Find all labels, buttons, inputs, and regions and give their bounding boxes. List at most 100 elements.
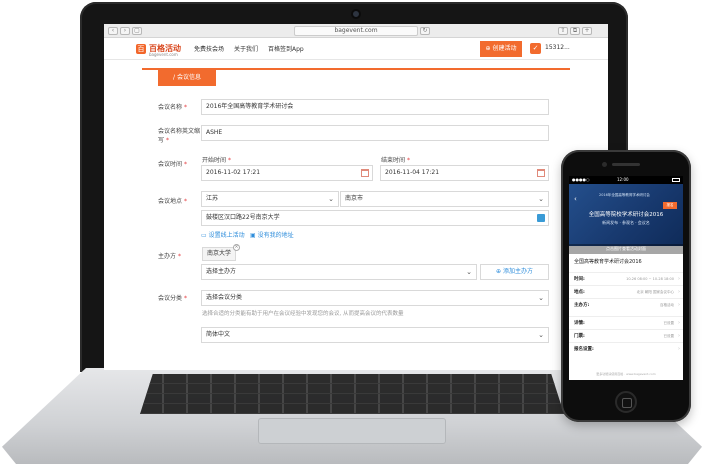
reload-icon[interactable]: ↻ (420, 27, 430, 35)
host-select[interactable]: 选择主办方 ⌄ (201, 264, 477, 280)
info-row-value: 百格活动 (660, 303, 674, 307)
language-select[interactable]: 简体中文 ⌄ (201, 327, 549, 343)
english-name-label-line2: 写 * (158, 136, 200, 145)
end-time-value: 2016-11-04 17:21 (385, 169, 440, 176)
remove-tag-icon[interactable]: × (233, 244, 240, 251)
laptop-camera (351, 9, 361, 19)
end-time-label: 结束时间 * (381, 155, 410, 164)
brand-logo[interactable]: 百 百格活动 bagevent.com (136, 42, 181, 57)
back-arrow-icon[interactable]: ‹ (574, 195, 577, 203)
phone-screen: ●●●●○ 12:00 ‹ 2016年全国高等教育学术研讨会 全国高等院校学术研… (569, 176, 683, 380)
forward-icon[interactable]: › (120, 27, 130, 35)
required-mark: * (184, 104, 188, 111)
tab-meeting-info-label: 会议信息 (176, 74, 201, 81)
start-time-input[interactable]: 2016-11-02 17:21 (201, 165, 373, 181)
signal-icon: ●●●●○ (572, 177, 590, 182)
category-label-text: 会议分类 (158, 295, 183, 302)
chevron-right-icon: › (678, 346, 680, 352)
battery-icon (672, 178, 680, 182)
language-value: 简体中文 (206, 331, 231, 338)
view-cover-link[interactable]: 点击图片查看活动封面 (569, 244, 683, 254)
required-mark: * (184, 295, 188, 302)
info-row-details[interactable]: 详情: 已设置 › (569, 316, 683, 329)
address-input[interactable]: 鼓楼区汉口路22号南京大学 (201, 210, 549, 226)
host-select-placeholder: 选择主办方 (206, 268, 237, 275)
info-row-key: 时间: (574, 277, 585, 282)
info-row-tickets[interactable]: 门票: 已设置 › (569, 329, 683, 342)
create-event-button[interactable]: ⊕ 创建活动 (480, 41, 522, 57)
keyboard-rows (140, 374, 564, 414)
back-icon[interactable]: ‹ (108, 27, 118, 35)
province-select[interactable]: 江苏 ⌄ (201, 191, 339, 207)
info-row-time[interactable]: 时间: 10-26 08:00 ~ 10-28 18:00 › (569, 272, 683, 285)
create-event-label: 创建活动 (492, 45, 517, 52)
info-row-key: 地点: (574, 290, 585, 295)
end-time-label-text: 结束时间 (381, 157, 406, 164)
location-label: 会议地点 * (158, 197, 187, 206)
set-online-event-label: 设置线上活动 (208, 232, 245, 239)
required-mark: * (178, 253, 182, 260)
chevron-down-icon: ⌄ (466, 268, 472, 276)
tab-meeting-info[interactable]: / 会议信息 (158, 70, 216, 86)
user-avatar-icon[interactable]: ✓ (530, 43, 541, 54)
meeting-time-label-text: 会议时间 (158, 161, 183, 168)
info-row-host[interactable]: 主办方: 百格活动 › (569, 298, 683, 311)
no-address-link[interactable]: ▣ 没有我的地址 (250, 230, 294, 239)
event-banner[interactable]: ‹ 2016年全国高等教育学术研讨会 全国高等院校学术研讨会2016 新闻发布 … (569, 184, 683, 254)
logo-subtext: bagevent.com (149, 52, 178, 57)
meeting-name-input[interactable]: 2016年全国高等教育学术研讨会 (201, 99, 549, 115)
phone-camera (602, 162, 607, 167)
chevron-right-icon: › (678, 289, 680, 295)
city-select[interactable]: 南京市 ⌄ (340, 191, 549, 207)
nav-link-app[interactable]: 百格签到App (268, 44, 304, 53)
nav-link-free-venue[interactable]: 免费技会场 (194, 44, 224, 53)
map-icon[interactable] (537, 214, 545, 222)
info-row-registration[interactable]: 报名设置: › (569, 342, 683, 355)
nav-link-about[interactable]: 关于我们 (234, 44, 258, 53)
set-online-event-link[interactable]: ▭ 设置线上活动 (201, 230, 245, 239)
chevron-right-icon: › (678, 320, 680, 326)
start-time-label-text: 开始时间 (202, 157, 227, 164)
host-label-text: 主办方 (158, 253, 177, 260)
location-label-text: 会议地点 (158, 198, 183, 205)
meeting-name-label: 会议名称 * (158, 103, 187, 112)
banner-small-title: 2016年全国高等教育学术研讨会 (599, 193, 650, 197)
info-row-value: 已设置 (663, 334, 675, 338)
site-header: 百 百格活动 bagevent.com 免费技会场 关于我们 百格签到App ⊕… (104, 38, 608, 60)
info-row-key: 主办方: (574, 303, 590, 308)
phone-footer: 更多功能请使用百格 · www.bagevent.com (596, 372, 656, 376)
sidebar-icon[interactable]: ▢ (132, 27, 142, 35)
host-tag: 南京大学 (202, 247, 237, 261)
chevron-down-icon: ⌄ (538, 294, 544, 302)
meeting-time-label: 会议时间 * (158, 160, 187, 169)
chevron-down-icon: ⌄ (538, 331, 544, 339)
add-tab-icon[interactable]: + (582, 27, 592, 35)
meeting-name-label-text: 会议名称 (158, 104, 183, 111)
calendar-icon[interactable] (361, 169, 369, 177)
category-placeholder: 选择会议分类 (206, 294, 243, 301)
english-name-input[interactable]: ASHE (201, 125, 549, 141)
home-button-icon[interactable] (615, 391, 637, 413)
phone-speaker (612, 163, 640, 166)
url-bar[interactable]: bagevent.com (294, 26, 418, 36)
register-button[interactable]: 报名 (663, 202, 677, 209)
laptop-trackpad (258, 418, 446, 444)
phone-status-bar: ●●●●○ 12:00 (569, 176, 683, 184)
banner-subtitle: 新闻发布 · 参观名 · 会议名 (602, 220, 650, 225)
required-mark: * (228, 157, 232, 164)
required-mark: * (184, 198, 188, 205)
english-name-label-line1: 会议名称英文缩 (158, 128, 201, 135)
tabs-icon[interactable]: ⧉ (570, 27, 580, 35)
user-name[interactable]: 15312... (545, 44, 570, 51)
end-time-input[interactable]: 2016-11-04 17:21 (380, 165, 549, 181)
address-value: 鼓楼区汉口路22号南京大学 (206, 214, 280, 221)
info-row-location[interactable]: 地点: 北京 朝阳 国家会议中心 › (569, 285, 683, 298)
add-host-button[interactable]: ⊕ 添加主办方 (480, 264, 549, 280)
category-label: 会议分类 * (158, 294, 187, 303)
category-select[interactable]: 选择会议分类 ⌄ (201, 290, 549, 306)
share-icon[interactable]: ⇧ (558, 27, 568, 35)
no-address-label: 没有我的地址 (257, 232, 294, 239)
calendar-icon[interactable] (537, 169, 545, 177)
browser-toolbar: ‹ › ▢ bagevent.com ↻ ⇧ ⧉ + (104, 24, 608, 38)
required-mark: * (184, 161, 188, 168)
